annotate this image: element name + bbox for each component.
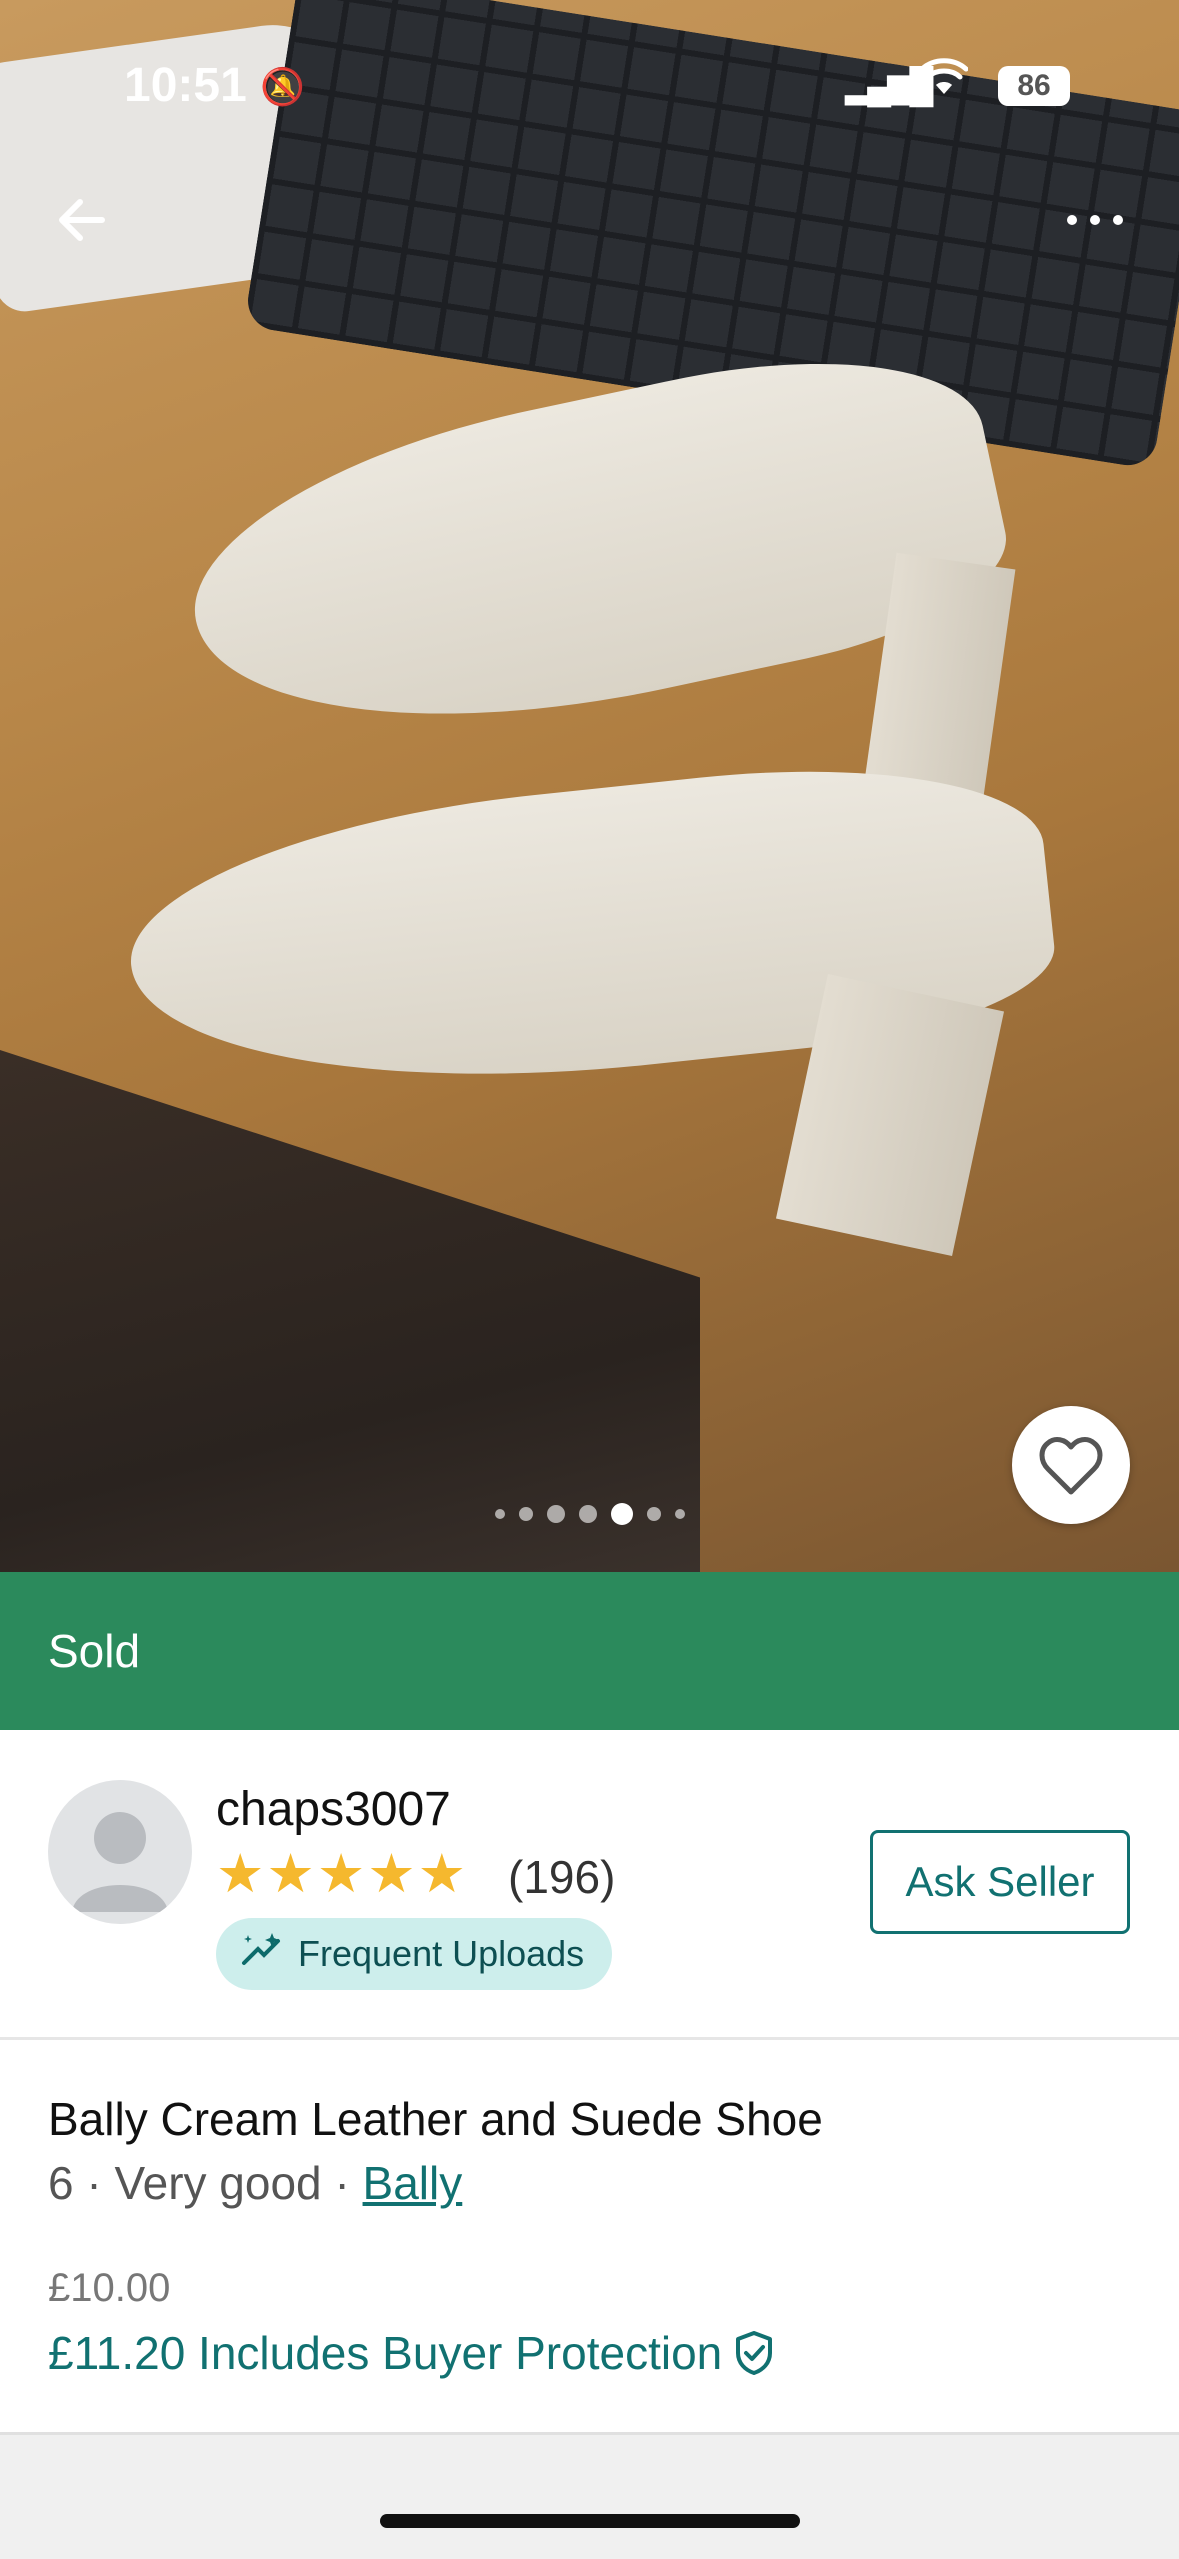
- seller-section[interactable]: chaps3007 ★★★★★ (196) Frequent Uploads A…: [0, 1730, 1179, 2038]
- more-options-button[interactable]: [1060, 190, 1130, 250]
- user-placeholder-icon: [72, 1812, 168, 1912]
- avatar[interactable]: [48, 1780, 192, 1924]
- gallery-dot[interactable]: [546, 1505, 565, 1523]
- bottom-spacer: [0, 2432, 1179, 2559]
- brand-link[interactable]: Bally: [363, 2157, 463, 2209]
- gallery-dot[interactable]: [578, 1505, 597, 1523]
- sold-label: Sold: [48, 1625, 141, 1677]
- shield-check-icon[interactable]: [732, 2329, 776, 2377]
- bell-slash-icon: 🔕: [260, 66, 305, 107]
- favorite-button[interactable]: [1012, 1406, 1130, 1524]
- arrow-left-icon: [59, 199, 105, 241]
- item-condition: Very good: [114, 2157, 322, 2209]
- seller-review-count[interactable]: (196): [508, 1850, 615, 1904]
- gallery-dot-active[interactable]: [610, 1503, 633, 1525]
- product-photo[interactable]: [0, 0, 1179, 1572]
- seller-username[interactable]: chaps3007: [216, 1782, 451, 1837]
- sparkle-upload-icon: [238, 1929, 286, 1979]
- wifi-icon: [919, 58, 969, 109]
- back-button[interactable]: [50, 188, 114, 252]
- status-time: 10:51: [124, 59, 247, 112]
- gallery-dot[interactable]: [518, 1507, 533, 1521]
- frequent-uploads-badge: Frequent Uploads: [216, 1918, 613, 1990]
- more-horizontal-icon: [1067, 215, 1123, 225]
- gallery-dot[interactable]: [674, 1509, 685, 1519]
- home-indicator[interactable]: [380, 2514, 800, 2528]
- seller-rating-stars: ★★★★★: [216, 1844, 469, 1904]
- item-price: £10.00: [48, 2266, 171, 2310]
- photo-background-shadow: [0, 1050, 700, 1572]
- sold-banner: Sold: [0, 1572, 1179, 1730]
- status-bar: 10:51 🔕 ▂▄▆█ 86: [0, 0, 1179, 170]
- gallery-pagination: [0, 1502, 1179, 1526]
- ask-seller-button[interactable]: Ask Seller: [870, 1830, 1130, 1934]
- signal-icon: ▂▄▆█: [845, 67, 934, 105]
- item-details: Bally Cream Leather and Suede Shoe 6 · V…: [0, 2040, 1179, 2432]
- gallery-dot[interactable]: [646, 1507, 661, 1521]
- heart-icon: [1039, 1437, 1103, 1495]
- total-price-text[interactable]: £11.20 Includes Buyer Protection: [48, 2326, 722, 2380]
- battery-icon: 86: [998, 66, 1070, 106]
- meta-separator: ·: [334, 2157, 350, 2209]
- buyer-protection-price[interactable]: £11.20 Includes Buyer Protection: [48, 2326, 776, 2380]
- item-meta: 6 · Very good · Bally: [48, 2156, 462, 2210]
- item-title: Bally Cream Leather and Suede Shoe: [48, 2093, 823, 2145]
- item-size: 6: [48, 2157, 74, 2209]
- gallery-dot[interactable]: [494, 1509, 505, 1519]
- badge-label: Frequent Uploads: [298, 1933, 585, 1974]
- meta-separator: ·: [86, 2157, 102, 2209]
